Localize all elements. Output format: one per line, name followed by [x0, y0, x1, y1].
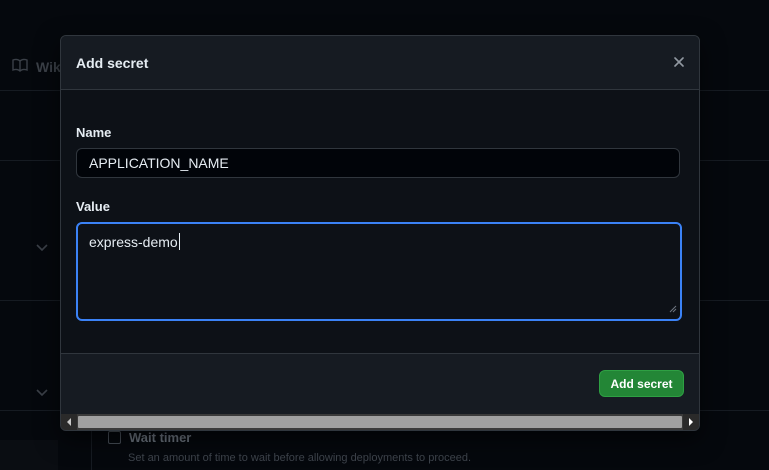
horizontal-scrollbar[interactable] — [61, 414, 699, 430]
close-icon — [674, 54, 684, 72]
wait-timer-label: Wait timer — [129, 430, 192, 445]
text-caret — [178, 233, 180, 250]
wait-timer-checkbox[interactable] — [108, 431, 121, 444]
scroll-left-icon[interactable] — [61, 414, 77, 430]
dialog-body: Name Value express-demo — [61, 90, 699, 354]
value-text: express-demo — [89, 234, 178, 250]
close-button[interactable] — [669, 53, 689, 73]
dialog-title: Add secret — [76, 55, 149, 71]
dialog-header: Add secret — [61, 36, 699, 90]
add-secret-dialog: Add secret Name Value express-demo Add s… — [60, 35, 700, 431]
resize-grip-icon[interactable] — [669, 300, 677, 316]
name-input[interactable] — [76, 148, 680, 178]
scrollbar-thumb[interactable] — [78, 416, 682, 428]
wait-timer-description: Set an amount of time to wait before all… — [128, 452, 472, 464]
value-label: Value — [76, 199, 110, 214]
name-label: Name — [76, 125, 112, 140]
wait-timer-option[interactable]: Wait timer — [108, 430, 191, 445]
book-icon — [12, 58, 28, 75]
chevron-down-icon[interactable] — [36, 241, 48, 255]
dialog-footer: Add secret — [61, 354, 699, 414]
value-textarea[interactable]: express-demo — [76, 222, 682, 321]
sidebar-strip — [0, 440, 58, 470]
scroll-right-icon[interactable] — [683, 414, 699, 430]
add-secret-button[interactable]: Add secret — [599, 370, 684, 397]
nav-item-wiki[interactable]: Wiki — [12, 58, 65, 75]
chevron-down-icon[interactable] — [36, 386, 48, 400]
